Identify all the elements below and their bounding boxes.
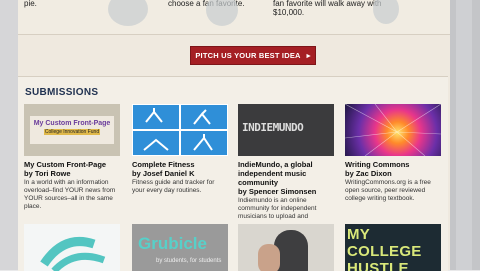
pitch-idea-label: PITCH US YOUR BEST IDEA <box>195 51 301 60</box>
submission-title[interactable]: Writing Commons <box>345 160 441 169</box>
thumb-title: My Custom Front-Page <box>33 120 111 127</box>
right-scroll-area[interactable] <box>450 0 480 270</box>
submission-title[interactable]: IndieMundo, a global independent music c… <box>238 160 334 187</box>
submission-card[interactable]: INDIEMUNDO IndieMundo, a global independ… <box>238 104 334 221</box>
submission-description: Fitness guide and tracker for your every… <box>132 179 215 194</box>
submission-title[interactable]: Complete Fitness <box>132 160 228 169</box>
swirl-logo-icon <box>40 237 106 271</box>
info-text-3: fan favorite will walk away with $10,000… <box>273 0 383 17</box>
submission-thumbnail[interactable]: INDIEMUNDO <box>238 104 334 156</box>
pitch-idea-button[interactable]: PITCH US YOUR BEST IDEA ▸ <box>190 46 316 65</box>
submission-author: by Spencer Simonsen <box>238 187 317 196</box>
submission-thumbnail[interactable] <box>24 224 120 271</box>
thumb-subtitle: College Innovation Fund <box>44 129 100 135</box>
submission-thumbnail[interactable] <box>238 224 334 271</box>
submission-card[interactable]: Writing Commons by Zac Dixon WritingComm… <box>345 104 441 203</box>
decorative-circle <box>206 0 238 26</box>
decorative-circle <box>108 0 148 26</box>
submission-card[interactable]: Complete Fitness by Josef Daniel K Fitne… <box>132 104 228 195</box>
grubicle-logo: Grubicle <box>138 234 207 253</box>
submission-thumbnail[interactable]: My Custom Front-Page College Innovation … <box>24 104 120 156</box>
submission-thumbnail[interactable] <box>132 104 228 156</box>
submissions-section: SUBMISSIONS My Custom Front-Page College… <box>18 76 448 271</box>
submission-thumbnail[interactable] <box>345 104 441 156</box>
writing-commons-art <box>345 104 441 156</box>
submission-card[interactable]: My Custom Front-Page College Innovation … <box>24 104 120 211</box>
thumb-logo-text: INDIEMUNDO <box>242 121 304 134</box>
hand-image <box>258 244 280 271</box>
submission-author: by Josef Daniel K <box>132 169 195 178</box>
submission-description: In a world with an information overload–… <box>24 179 116 210</box>
fitness-icons <box>143 108 213 151</box>
submission-author: by Zac Dixon <box>345 169 392 178</box>
submission-description: Indiemundo is an online community for in… <box>238 197 317 220</box>
submissions-heading: SUBMISSIONS <box>25 87 99 98</box>
submission-author: by Tori Rowe <box>24 169 71 178</box>
submission-description: WritingCommons.org is a free open source… <box>345 179 431 202</box>
submission-thumbnail[interactable]: Grubicle by students, for students <box>132 224 228 271</box>
arrow-right-icon: ▸ <box>306 51 311 60</box>
submission-title[interactable]: My Custom Front-Page <box>24 160 120 169</box>
info-text-1: pie. <box>24 0 37 8</box>
left-border <box>0 0 18 270</box>
info-text-3-line1: fan favorite will walk away with <box>273 0 382 8</box>
submission-thumbnail[interactable]: MY COLLEGE HUSTLE <box>345 224 441 271</box>
info-text-3-line2: $10,000. <box>273 8 305 17</box>
decorative-circle <box>373 0 399 24</box>
grubicle-tagline: by students, for students <box>156 258 222 264</box>
info-card: pie. choose a fan favorite. fan favorite… <box>18 0 450 35</box>
college-hustle-logo: MY COLLEGE HUSTLE <box>347 226 422 271</box>
